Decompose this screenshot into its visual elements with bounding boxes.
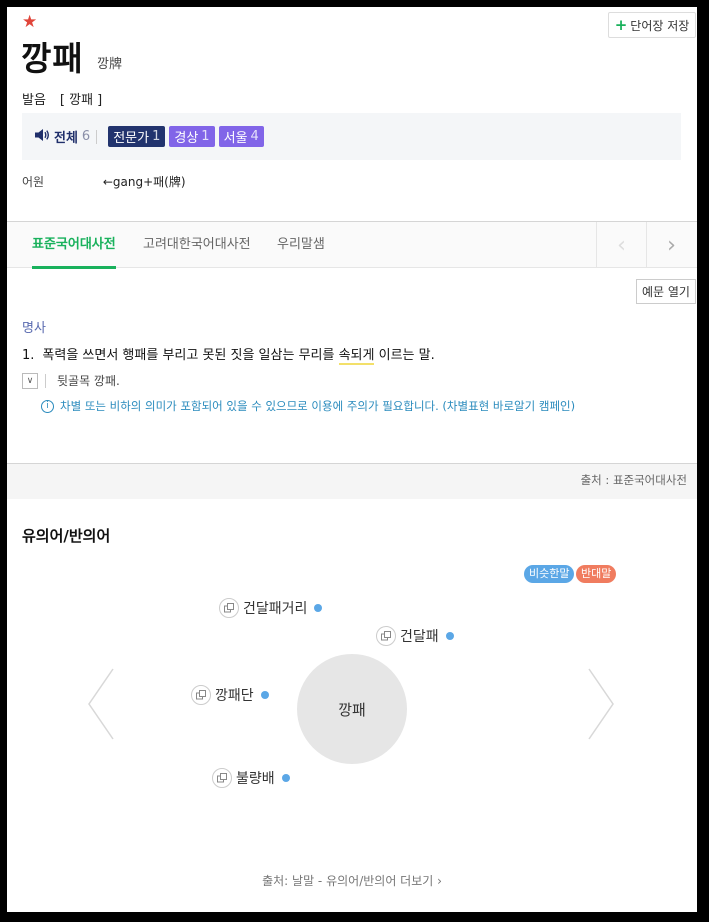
dictionary-card: ★ + 단어장 저장 깡패 깡牌 발음 [ 깡패 ] 전체 6 전문가 1 경상 1… — [7, 7, 697, 912]
audio-bar: 전체 6 전문가 1 경상 1 서울 4 — [22, 113, 681, 160]
definition-highlight: 속되게 — [338, 348, 375, 365]
pronunciation-row: 발음 [ 깡패 ] — [22, 89, 102, 108]
tag-count: 4 — [250, 129, 259, 144]
legend-opposite-badge: 반대말 — [576, 565, 617, 583]
tab-urimalsaem[interactable]: 우리말샘 — [277, 222, 325, 268]
synonym-word[interactable]: 건달패거리 — [243, 598, 307, 618]
definition: 1. 폭력을 쓰면서 행패를 부리고 못된 짓을 일삼는 무리를 속되게 이르는 … — [22, 344, 435, 365]
etymology-value: ←gang+패(牌) — [102, 175, 186, 189]
synonym-next-arrow-icon[interactable] — [587, 667, 615, 745]
audio-tag-expert[interactable]: 전문가 1 — [108, 126, 166, 147]
divider — [96, 129, 98, 144]
tag-count: 1 — [201, 129, 210, 144]
tab-standard-dictionary[interactable]: 표준국어대사전 — [32, 222, 116, 269]
related-expression-row: ∨ 뒷골목 깡패. — [22, 372, 120, 389]
synonym-node[interactable]: 불량배 — [212, 768, 290, 788]
synonym-word[interactable]: 불량배 — [236, 768, 275, 788]
speaker-icon[interactable] — [34, 128, 50, 146]
plus-icon: + — [614, 16, 628, 34]
tab-next-arrow-icon[interactable]: › — [646, 222, 696, 268]
star-icon[interactable]: ★ — [22, 12, 37, 32]
divider — [45, 373, 46, 388]
pronunciation-value: [ 깡패 ] — [59, 93, 103, 108]
tab-korea-univ-dictionary[interactable]: 고려대한국어대사전 — [143, 222, 251, 268]
show-examples-button[interactable]: 예문 열기 — [636, 279, 696, 304]
copy-icon[interactable] — [191, 685, 211, 705]
etymology-label: 어원 — [22, 175, 45, 189]
similar-dot-icon — [260, 691, 269, 699]
legend-similar-badge: 비슷한말 — [524, 565, 575, 583]
definition-number: 1. — [22, 348, 35, 363]
audio-tag-gyeongsang[interactable]: 경상 1 — [169, 126, 215, 147]
dictionary-tabs: 표준국어대사전 고려대한국어대사전 우리말샘 ‹ › — [7, 221, 697, 269]
definition-text: 폭력을 쓰면서 행패를 부리고 못된 짓을 일삼는 무리를 — [42, 348, 339, 363]
audio-tag-seoul[interactable]: 서울 4 — [218, 126, 264, 147]
synonym-node[interactable]: 건달패거리 — [219, 598, 323, 618]
synonym-node[interactable]: 건달패 — [376, 626, 454, 646]
synonym-word[interactable]: 건달패 — [400, 626, 439, 646]
related-expression: 뒷골목 깡패. — [57, 374, 120, 388]
similar-dot-icon — [281, 774, 290, 782]
pronunciation-label: 발음 — [22, 93, 46, 108]
similar-dot-icon — [445, 632, 454, 640]
synonym-prev-arrow-icon[interactable] — [87, 667, 115, 745]
copy-icon[interactable] — [212, 768, 232, 788]
info-icon: i — [41, 399, 54, 413]
audio-all-label[interactable]: 전체 — [54, 127, 78, 146]
save-button-label: 단어장 저장 — [630, 18, 690, 33]
synonym-section-title: 유의어/반의어 — [22, 527, 111, 545]
audio-all-count: 6 — [81, 129, 91, 144]
definition-source: 출처 : 표준국어대사전 — [7, 463, 697, 499]
part-of-speech: 명사 — [22, 321, 46, 336]
synonym-source-link[interactable]: 출처: 날말 - 유의어/반의어 더보기 › — [7, 872, 697, 889]
copy-icon[interactable] — [376, 626, 396, 646]
tab-prev-arrow-icon[interactable]: ‹ — [596, 222, 646, 268]
tag-label: 서울 — [223, 131, 248, 146]
tag-label: 전문가 — [113, 131, 150, 146]
tag-label: 경상 — [174, 131, 199, 146]
similar-dot-icon — [314, 604, 323, 612]
etymology-row: 어원 ←gang+패(牌) — [22, 173, 186, 190]
copy-icon[interactable] — [219, 598, 239, 618]
tag-count: 1 — [152, 129, 161, 144]
save-to-wordbook-button[interactable]: + 단어장 저장 — [608, 12, 696, 38]
discrimination-notice[interactable]: i 차별 또는 비하의 의미가 포함되어 있을 수 있으므로 이용에 주의가 필… — [41, 398, 575, 414]
headword: 깡패 — [21, 39, 84, 78]
notice-text: 차별 또는 비하의 의미가 포함되어 있을 수 있으므로 이용에 주의가 필요합… — [60, 399, 576, 413]
definition-text-end: 이르는 말. — [374, 348, 435, 363]
synonym-node[interactable]: 깡패단 — [191, 685, 269, 705]
synonym-center-word: 깡패 — [297, 654, 407, 764]
synonym-word[interactable]: 깡패단 — [215, 685, 254, 705]
chevron-down-icon[interactable]: ∨ — [22, 372, 38, 389]
hanja-origin: 깡牌 — [97, 57, 122, 72]
